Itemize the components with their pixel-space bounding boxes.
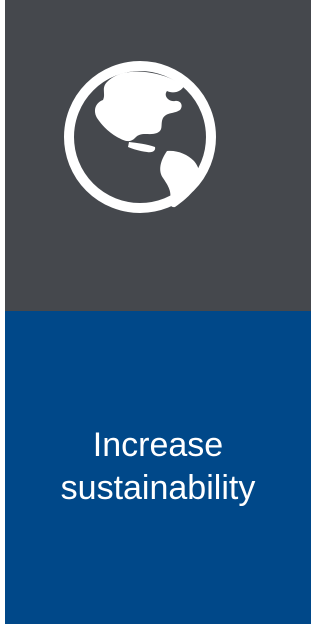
tile-caption: Increase sustainability — [5, 424, 311, 510]
sustainability-tile: Increase sustainability — [5, 0, 311, 624]
caption-line-2: sustainability — [60, 469, 256, 507]
icon-panel — [5, 0, 311, 311]
globe-americas-icon — [64, 61, 216, 213]
caption-line-1: Increase — [92, 426, 224, 464]
label-panel: Increase sustainability — [5, 311, 311, 624]
